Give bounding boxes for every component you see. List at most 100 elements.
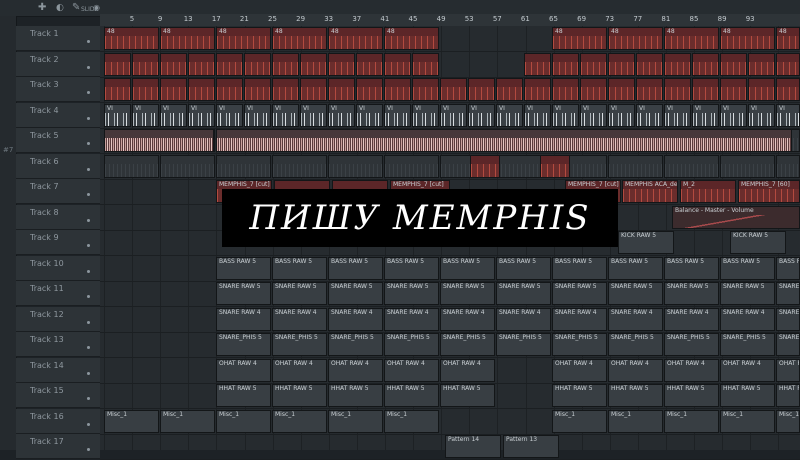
playlist-clip[interactable]: Misc_1 [608,409,663,433]
playlist-clip[interactable]: SNARE_PHIS 5 [384,333,439,356]
playlist-clip[interactable] [580,52,607,76]
playlist-clip[interactable]: SNARE RAW 5 [776,282,800,305]
playlist-clip[interactable]: VI [524,103,551,127]
track-header[interactable]: Track 15 [16,383,100,408]
pencil-icon[interactable]: ✎ [72,1,80,15]
playlist-clip[interactable] [132,78,159,101]
playlist-clip[interactable]: OHAT RAW 4 [776,358,800,382]
playlist-clip[interactable]: MEMPHIS ACA_del [cut] [622,180,678,203]
playlist-clip[interactable]: BASS RAW 5 [272,256,327,280]
playlist-clip[interactable]: SNARE RAW 4 [776,307,800,331]
playlist-clip[interactable] [608,154,663,178]
playlist-clip[interactable]: OHAT RAW 4 [664,358,719,382]
playlist-clip[interactable]: VI [496,103,523,127]
playlist-clip[interactable]: Misc_1 [272,409,327,433]
track-mute-dot[interactable] [87,40,90,43]
playlist-clip[interactable]: OHAT RAW 4 [608,358,663,382]
playlist-clip[interactable]: SNARE_PHIS 5 [496,333,551,356]
playlist-clip[interactable]: SNARE RAW 4 [664,307,719,331]
track-mute-dot[interactable] [87,218,90,222]
playlist-clip[interactable]: MEMPHIS_7 [60] [738,180,800,203]
playlist-clip[interactable]: SNARE_PHIS 5 [328,333,383,356]
playlist-clip[interactable]: VI [580,103,607,127]
playlist-clip[interactable]: SNARE RAW 4 [552,307,607,331]
playlist-clip[interactable] [552,78,579,101]
playlist-clip[interactable]: OHAT RAW 4 [272,358,327,382]
playlist-clip[interactable] [384,52,411,76]
playlist-clip[interactable]: BASS RAW 5 [384,256,439,280]
playlist-clip[interactable] [160,52,187,76]
playlist-clip[interactable] [104,78,131,101]
playlist-clip[interactable]: VI [188,103,215,127]
playlist-clip[interactable]: Misc_1 [384,409,439,433]
playlist-clip[interactable]: SNARE RAW 4 [272,307,327,331]
track-header[interactable]: Track 4 [16,102,100,128]
playlist-clip[interactable]: 48 [664,27,719,50]
playlist-clip[interactable]: SNARE RAW 4 [328,307,383,331]
playlist-clip[interactable]: SNARE_PHIS 5 [608,333,663,356]
track-mute-dot[interactable] [87,269,90,273]
track-header[interactable]: Track 10 [16,255,100,281]
playlist-clip[interactable]: M_2 [680,180,736,203]
playlist-clip[interactable]: VI [552,103,579,127]
playlist-clip[interactable]: VI [356,103,383,127]
playlist-clip[interactable]: SNARE_PHIS 5 [776,333,800,356]
playlist-clip[interactable]: BASS RAW 5 [664,256,719,280]
playlist-clip[interactable] [384,154,439,178]
playlist-clip[interactable] [412,52,439,76]
playlist-clip[interactable] [720,154,775,178]
playlist-clip[interactable] [524,78,551,101]
playlist-clip[interactable]: VI [328,103,355,127]
track-mute-dot[interactable] [87,167,90,171]
track-mute-dot[interactable] [87,346,90,349]
playlist-clip[interactable]: SNARE_PHIS 5 [440,333,495,356]
playlist-clip[interactable]: Misc_1 [216,409,271,433]
playlist-clip[interactable]: HHAT RAW 5 [664,384,719,407]
playlist-clip[interactable] [552,52,579,76]
playlist-clip[interactable]: BASS RAW 5 [216,256,271,280]
playlist-clip[interactable]: OHAT RAW 4 [552,358,607,382]
playlist-clip[interactable]: KICK RAW 5 [730,231,786,254]
playlist-clip[interactable] [636,52,663,76]
playlist-clip[interactable]: SNARE RAW 5 [440,282,495,305]
playlist-clip[interactable]: BASS RAW 5 [608,256,663,280]
playlist-clip[interactable] [356,52,383,76]
playlist-clip[interactable]: HHAT RAW 5 [776,384,800,407]
playlist-clip[interactable] [216,129,792,152]
playlist-clip[interactable]: VI [272,103,299,127]
playlist-clip[interactable]: VI [104,103,131,127]
playlist-clip[interactable]: SNARE RAW 5 [664,282,719,305]
playlist-clip[interactable]: SNARE RAW 5 [552,282,607,305]
track-mute-dot[interactable] [87,193,90,196]
playlist-clip[interactable]: SNARE RAW 4 [440,307,495,331]
playlist-clip[interactable]: 48 [608,27,663,50]
playlist-clip[interactable]: SNARE RAW 4 [720,307,775,331]
playlist-clip[interactable] [132,52,159,76]
track-header[interactable]: Track 1 [16,26,100,51]
playlist-clip[interactable] [104,154,159,178]
playlist-clip[interactable]: Pattern 14 [445,435,501,458]
playlist-clip[interactable]: VI [384,103,411,127]
track-header[interactable]: Track 9 [16,230,100,255]
playlist-clip[interactable]: HHAT RAW 5 [608,384,663,407]
track-mute-dot[interactable] [87,397,90,400]
playlist-clip[interactable]: SNARE RAW 4 [216,307,271,331]
speaker-icon[interactable]: ◉ [93,1,100,15]
playlist-clip[interactable] [244,52,271,76]
playlist-clip[interactable] [608,78,635,101]
add-icon[interactable]: ✚ [38,1,46,15]
playlist-clip[interactable] [636,78,663,101]
track-header[interactable]: Track 11 [16,281,100,306]
playlist-clip[interactable] [328,52,355,76]
track-header[interactable]: Track 5 [16,128,100,153]
playlist-clip[interactable]: BASS RAW 5 [720,256,775,280]
playlist-clip[interactable]: SNARE RAW 5 [608,282,663,305]
playlist-clip[interactable]: SNARE_PHIS 5 [272,333,327,356]
playlist-clip[interactable]: VI [468,103,495,127]
playlist-clip[interactable] [272,52,299,76]
playlist-clip[interactable]: VI [636,103,663,127]
playlist-clip[interactable] [160,154,215,178]
playlist-clip[interactable]: OHAT RAW 4 [720,358,775,382]
playlist-clip[interactable]: SNARE_PHIS 5 [720,333,775,356]
playlist-clip[interactable] [300,52,327,76]
